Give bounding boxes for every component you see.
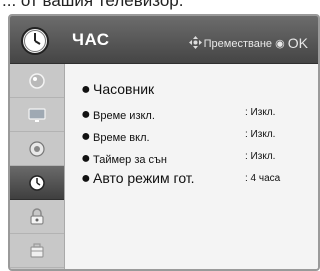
menu-item-on-time[interactable]: ● Време вкл. : Изкл. — [81, 128, 312, 146]
time-settings-menu: ЧАС Преместване ◉ OK ● Часовник ● Време … — [8, 14, 320, 271]
audio-icon — [29, 140, 45, 157]
sidebar-item-screen[interactable] — [10, 98, 64, 132]
sidebar-item-audio[interactable] — [10, 132, 64, 166]
bullet: ● — [81, 106, 91, 123]
menu-item-value: : Изкл. — [245, 107, 276, 118]
ok-icon: ◉ — [275, 38, 285, 50]
options-icon — [30, 242, 44, 258]
hint-label: Преместване — [203, 38, 273, 50]
menu-item-auto-standby[interactable]: ● Авто режим гот. : 4 часа — [81, 170, 312, 188]
menu-item-off-time[interactable]: ● Време изкл. : Изкл. — [81, 106, 312, 124]
menu-item-sleep-timer[interactable]: ● Таймер за сън : Изкл. — [81, 150, 312, 168]
menu-header: ЧАС Преместване ◉ OK — [10, 16, 318, 64]
nav-arrows-icon — [188, 36, 202, 49]
menu-item-value: : Изкл. — [245, 151, 276, 162]
bullet: ● — [81, 81, 91, 98]
picture-icon — [29, 72, 45, 89]
sidebar-item-picture[interactable] — [10, 64, 64, 98]
menu-item-value: : Изкл. — [245, 129, 276, 140]
menu-item-value: : 4 часа — [245, 173, 281, 184]
menu-item-label: Време вкл. — [93, 132, 150, 144]
menu-content: ● Часовник ● Време изкл. : Изкл. ● Време вк… — [65, 64, 318, 269]
bullet: ● — [81, 150, 91, 167]
menu-item-label: Часовник — [93, 81, 155, 97]
bullet: ● — [81, 128, 91, 145]
background-caption-strip: ... от вашия телевизор. — [0, 0, 320, 14]
page-title: ЧАС — [72, 30, 110, 49]
clock-icon — [29, 174, 45, 191]
menu-item-label: Таймер за сън — [93, 154, 168, 166]
lock-icon — [30, 207, 44, 225]
background-caption: ... от вашия телевизор. — [2, 0, 184, 10]
sidebar-item-lock[interactable] — [10, 200, 64, 234]
sidebar-item-options[interactable] — [10, 234, 64, 268]
menu-item-label: Авто режим гот. — [93, 170, 195, 186]
navigation-hint: Преместване ◉ OK — [188, 35, 308, 51]
clock-icon — [21, 27, 49, 55]
bullet: ● — [81, 170, 91, 187]
menu-sidebar — [10, 64, 65, 269]
monitor-icon — [28, 107, 46, 122]
sidebar-item-time[interactable] — [10, 166, 64, 200]
menu-item-label: Време изкл. — [93, 110, 155, 122]
menu-item-clock[interactable]: ● Часовник — [81, 81, 312, 99]
hint-ok-label: OK — [287, 35, 308, 51]
